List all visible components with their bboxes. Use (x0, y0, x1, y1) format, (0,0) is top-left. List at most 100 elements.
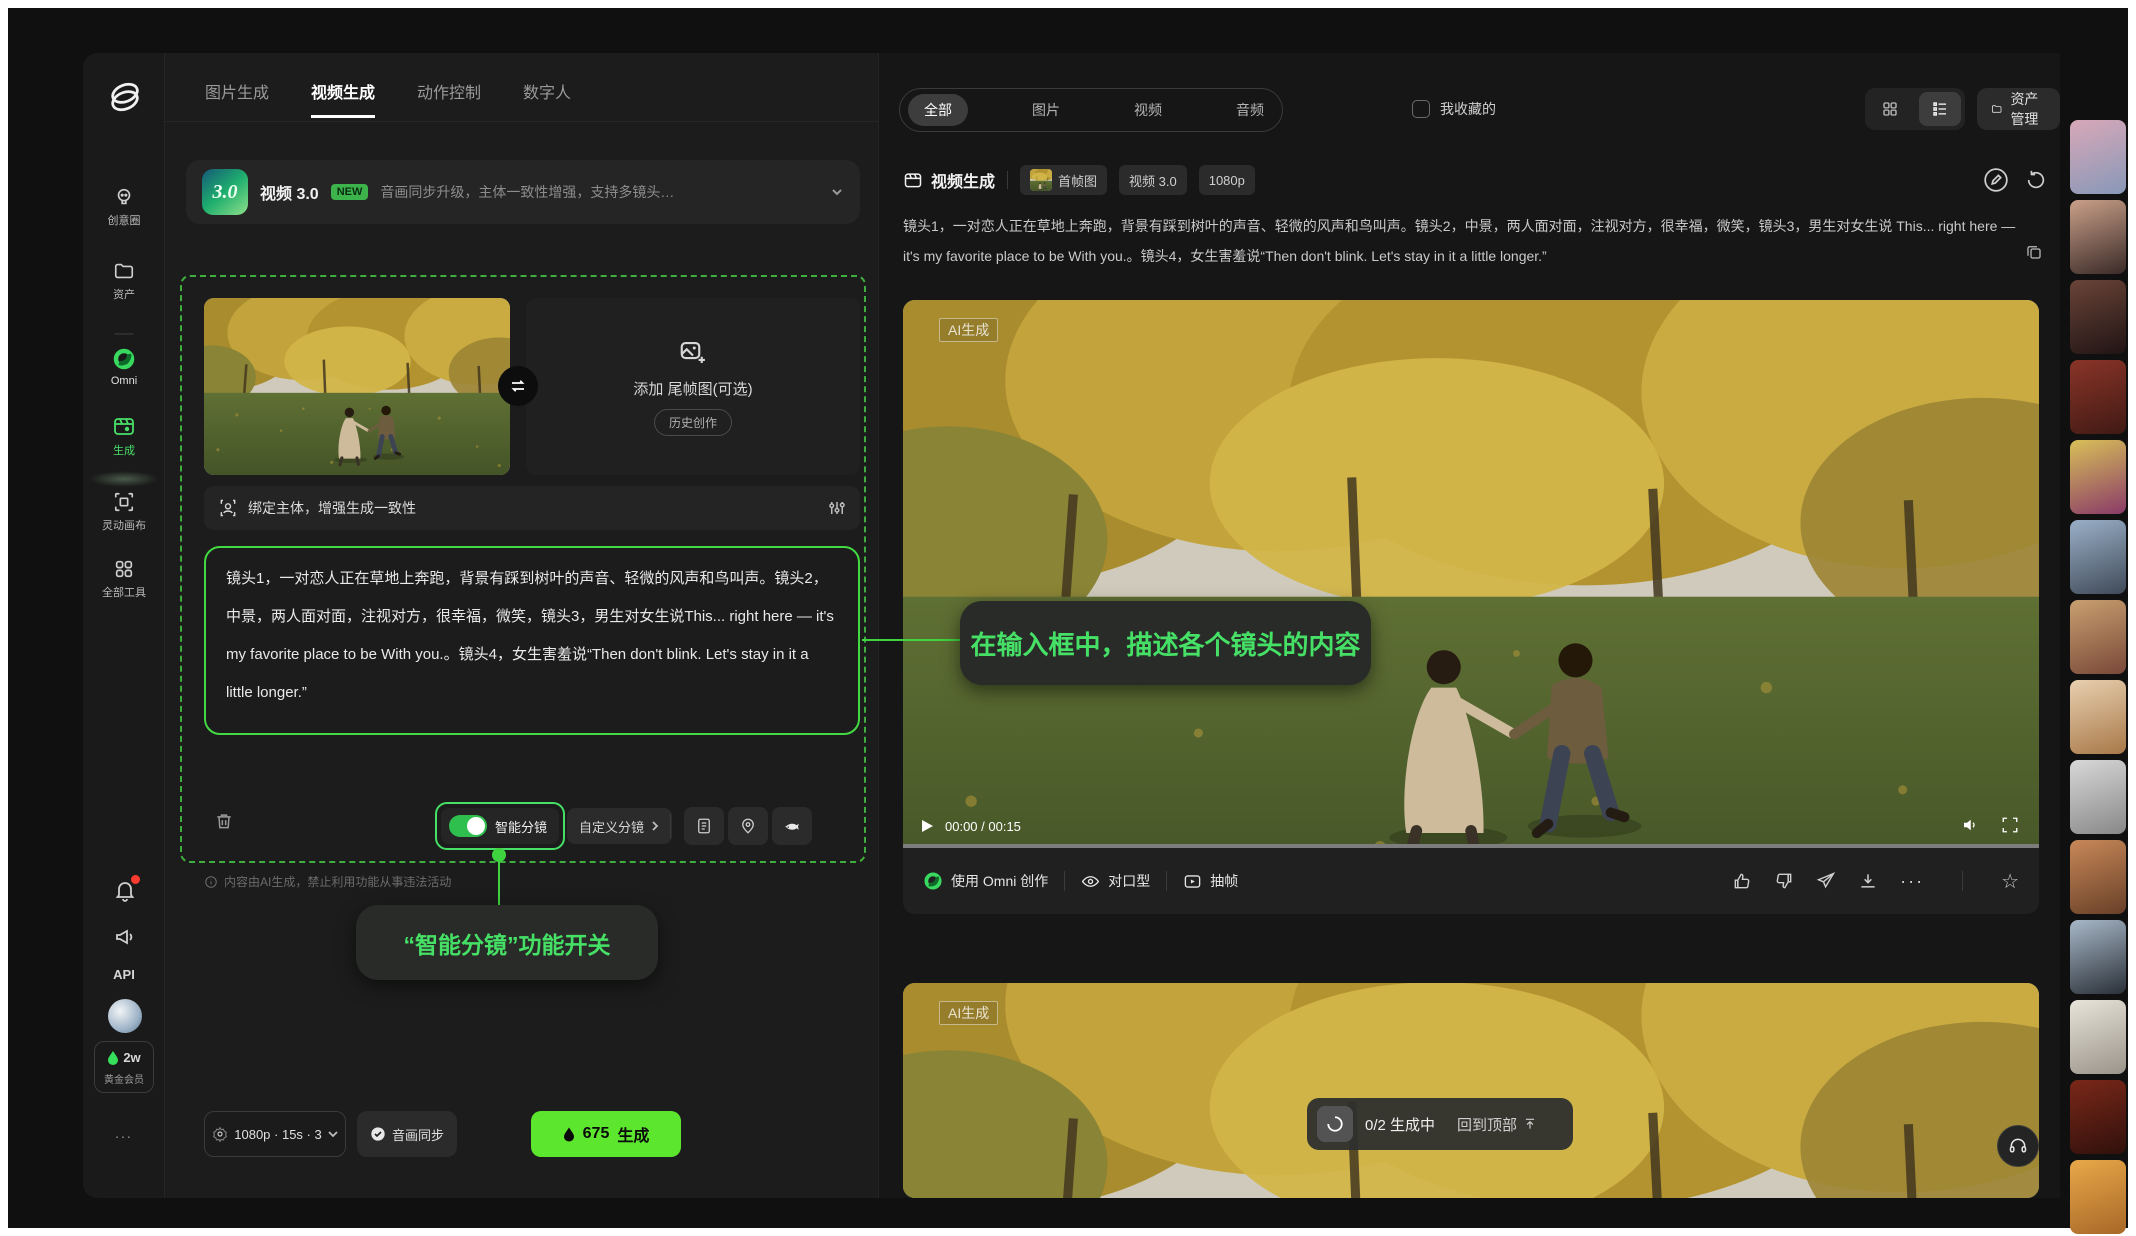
back-to-top-button[interactable]: 回到顶部 (1457, 1114, 1537, 1135)
grid-view-button[interactable] (1869, 92, 1911, 126)
sidebar-item-generate[interactable]: 生成 (83, 414, 165, 458)
asset-thumbnail[interactable] (2070, 280, 2126, 354)
asset-thumbnail[interactable] (2070, 840, 2126, 914)
script-button[interactable] (684, 807, 724, 845)
custom-storyboard-button[interactable]: 自定义分镜 (567, 808, 672, 844)
filters-icon[interactable] (828, 499, 846, 517)
asset-thumbnail[interactable] (2070, 520, 2126, 594)
sidebar-item-assets[interactable]: 资产 (83, 260, 165, 302)
asset-thumbnail[interactable] (2070, 760, 2126, 834)
sidebar-item-omni[interactable]: Omni (83, 347, 165, 387)
toggle-switch[interactable] (449, 815, 487, 837)
thumbs-down-icon[interactable] (1774, 871, 1794, 891)
model-selector[interactable]: 3.0 视频 3.0 NEW 音画同步升级，主体一致性增强，支持多镜头… (186, 160, 860, 224)
asset-thumbnail[interactable] (2070, 600, 2126, 674)
generated-video-player[interactable]: AI生成 00:00 / 00:15 (903, 300, 2039, 848)
redo-icon (2025, 169, 2047, 191)
favorite-star-icon[interactable]: ☆ (2001, 869, 2019, 894)
tab-digital-human[interactable]: 数字人 (523, 79, 571, 118)
edit-pencil-icon (1983, 167, 2009, 193)
screenshot-frame: 创意圈 资产 Omni 生成 灵动画布 全部工具 (0, 0, 2136, 1236)
gear-icon (212, 1126, 228, 1142)
filter-images[interactable]: 图片 (1022, 100, 1070, 120)
more-actions-icon[interactable]: ··· (1900, 871, 1924, 892)
sidebar-item-creative[interactable]: 创意圈 (83, 186, 165, 228)
sidebar-item-all-tools[interactable]: 全部工具 (83, 558, 165, 600)
asset-thumbnail[interactable] (2070, 1160, 2126, 1234)
share-plane-icon[interactable] (1816, 871, 1836, 891)
whale-icon (783, 817, 801, 835)
asset-rail (2070, 120, 2126, 1236)
swap-frames-button[interactable] (498, 366, 538, 406)
filter-audio[interactable]: 音频 (1226, 100, 1274, 120)
filter-videos[interactable]: 视频 (1124, 100, 1172, 120)
effects-button[interactable] (772, 807, 812, 845)
support-button[interactable] (1997, 1125, 2039, 1167)
first-frame-image[interactable] (204, 298, 510, 475)
record-type: 视频生成 (903, 168, 995, 192)
sidebar-item-label: 生成 (113, 445, 135, 457)
volume-icon[interactable] (1961, 816, 1979, 834)
asset-thumbnail[interactable] (2070, 1000, 2126, 1074)
clear-prompt-button[interactable] (214, 811, 234, 831)
play-icon[interactable] (919, 818, 935, 834)
generated-video-player-2[interactable]: AI生成 (903, 983, 2039, 1198)
clapper-icon (83, 414, 165, 438)
lipsync-button[interactable]: 对口型 (1081, 871, 1150, 891)
asset-thumbnail[interactable] (2070, 360, 2126, 434)
asset-thumbnail[interactable] (2070, 440, 2126, 514)
announcements-button[interactable] (113, 925, 137, 949)
video-toolbar: 使用 Omni 创作 对口型 抽帧 ··· ☆ (903, 848, 2039, 914)
history-button[interactable]: 历史创作 (654, 409, 732, 436)
generate-button[interactable]: 675 生成 (531, 1111, 681, 1157)
app-logo[interactable] (103, 75, 147, 119)
copy-prompt-button[interactable] (2025, 243, 2043, 261)
chevron-down-icon (328, 1129, 338, 1139)
asset-thumbnail[interactable] (2070, 1080, 2126, 1154)
location-button[interactable] (728, 807, 768, 845)
api-button[interactable]: API (83, 967, 165, 982)
edit-record-button[interactable] (1979, 163, 2013, 197)
add-end-frame-dropzone[interactable]: 添加 尾帧图(可选) 历史创作 (526, 298, 860, 475)
bind-subject-bar[interactable]: 绑定主体，增强生成一致性 (204, 486, 860, 530)
sidebar-item-canvas[interactable]: 灵动画布 (83, 491, 165, 533)
list-view-button[interactable] (1919, 92, 1961, 126)
thumbs-up-icon[interactable] (1732, 871, 1752, 891)
asset-thumbnail[interactable] (2070, 200, 2126, 274)
first-frame-tag[interactable]: 首帧图 (1020, 165, 1107, 195)
prompt-textarea[interactable]: 镜头1，一对恋人正在草地上奔跑，背景有踩到树叶的声音、轻微的风声和鸟叫声。镜头2… (204, 546, 860, 735)
tab-video-generation[interactable]: 视频生成 (311, 79, 375, 118)
asset-thumbnail[interactable] (2070, 120, 2126, 194)
arrow-to-top-icon (1523, 1117, 1537, 1131)
more-label: ... (115, 1125, 133, 1141)
canvas-frame-icon (83, 491, 165, 513)
smart-storyboard-toggle[interactable]: 智能分镜 (441, 808, 559, 844)
asset-thumbnail[interactable] (2070, 680, 2126, 754)
tab-motion-control[interactable]: 动作控制 (417, 79, 481, 118)
favorites-filter[interactable]: 我收藏的 (1412, 99, 1496, 119)
favorites-checkbox[interactable] (1412, 100, 1430, 118)
more-button[interactable]: ... (83, 1125, 165, 1141)
omni-create-button[interactable]: 使用 Omni 创作 (923, 871, 1048, 891)
avatar[interactable] (108, 999, 142, 1033)
extract-frame-button[interactable]: 抽帧 (1183, 871, 1238, 891)
notification-dot (131, 875, 140, 884)
generation-progress: 0/2 生成中 (1365, 1114, 1435, 1135)
fullscreen-icon[interactable] (2001, 816, 2019, 834)
grid-view-icon (1881, 100, 1899, 118)
video-frame (903, 983, 2039, 1198)
audio-sync-chip[interactable]: 音画同步 (357, 1111, 457, 1157)
sliders-icon (828, 499, 846, 517)
asset-thumbnail[interactable] (2070, 920, 2126, 994)
info-icon (204, 875, 218, 889)
generation-tabs: 图片生成 视频生成 动作控制 数字人 (205, 79, 571, 118)
credit-amount: 2w (123, 1050, 140, 1065)
regenerate-button[interactable] (2019, 163, 2053, 197)
notifications-button[interactable] (113, 879, 137, 903)
membership-card[interactable]: 2w 黄金会员 (94, 1041, 154, 1093)
download-icon[interactable] (1858, 871, 1878, 891)
asset-management-button[interactable]: 资产管理 (1977, 88, 2060, 130)
filter-all[interactable]: 全部 (908, 94, 968, 126)
tab-image-generation[interactable]: 图片生成 (205, 79, 269, 118)
output-settings-dropdown[interactable]: 1080p · 15s · 3 (204, 1111, 346, 1157)
